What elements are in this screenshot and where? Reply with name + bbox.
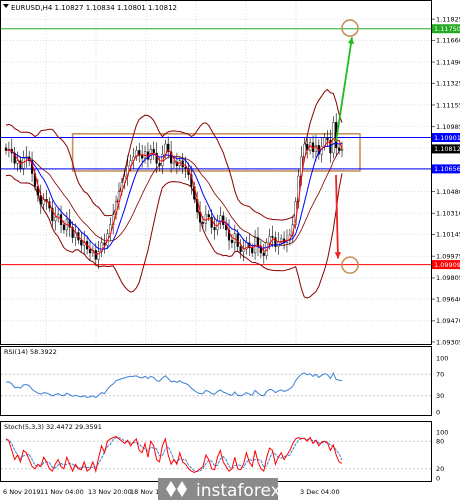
rsi-title: RSI(14) 58.3922 <box>4 348 57 356</box>
price-tick-label: 1.09305 <box>436 338 460 346</box>
time-label: 11 Nov 04:00 <box>40 488 84 496</box>
candle-body <box>158 163 161 167</box>
candle-body <box>152 148 155 154</box>
time-label: 13 Nov 20:00 <box>88 488 132 496</box>
price-tag-label: 1.10812 <box>434 145 460 153</box>
candle-body <box>62 224 66 231</box>
stoch-tick-label: 80 <box>436 438 444 446</box>
candle-body <box>94 250 97 260</box>
candle-body <box>271 236 274 238</box>
candle-body <box>338 147 341 151</box>
rsi-tick-label: 100 <box>436 354 448 362</box>
price-tag-label: 1.10901 <box>434 134 460 142</box>
candle-body <box>303 143 306 158</box>
price-tag-label: 1.10656 <box>434 165 460 173</box>
candle-body <box>268 236 271 243</box>
price-tick-label: 1.10480 <box>436 188 460 196</box>
candle-body <box>210 216 213 228</box>
chart-window: 1.11825 1.11660 1.11490 1.11325 1.11155 1.109… <box>0 0 460 500</box>
price-tick-label: 1.11325 <box>436 79 460 87</box>
price-tag-label: 1.11750 <box>434 25 460 33</box>
candle-body <box>141 155 144 159</box>
candle-body <box>340 148 344 151</box>
price-tick-label: 1.11155 <box>436 101 460 109</box>
price-tick-label: 1.11660 <box>436 37 460 45</box>
candle-body <box>251 247 254 254</box>
candle-body <box>213 227 216 231</box>
stoch-tick-label: 100 <box>436 428 448 436</box>
price-tick-label: 1.09470 <box>436 317 460 325</box>
candle-body <box>262 252 265 256</box>
candle-body <box>201 222 205 224</box>
candle-body <box>326 137 329 141</box>
candle-body <box>54 216 57 222</box>
candle-body <box>239 246 242 252</box>
stoch-tick-label: 20 <box>436 465 444 473</box>
candle-body <box>219 215 222 222</box>
price-tick-label: 1.10145 <box>436 231 460 239</box>
watermark: instaforex <box>158 478 281 500</box>
stoch-title: Stoch(5,3,3) 32.4472 29.3591 <box>4 423 102 431</box>
title-group: EURUSD,H4 1.10827 1.10834 1.10801 1.1081… <box>3 4 177 12</box>
price-tick-label: 1.09805 <box>436 274 460 282</box>
rsi-tick-label: 30 <box>436 392 444 400</box>
candle-body <box>204 214 207 224</box>
candle-body <box>332 122 335 154</box>
rsi-tick-label: 70 <box>436 371 444 379</box>
price-tick-label: 1.09975 <box>436 252 460 260</box>
time-label: 3 Dec 04:00 <box>300 488 340 496</box>
candle-body <box>172 161 176 164</box>
candle-body <box>280 238 283 242</box>
stoch-tick-label: 0 <box>436 474 440 482</box>
time-label: 6 Nov 2019 <box>3 488 41 496</box>
price-tick-label: 1.10985 <box>436 123 460 131</box>
price-tick-label: 1.09640 <box>436 295 460 303</box>
chart-title: EURUSD,H4 1.10827 1.10834 1.10801 1.1081… <box>11 4 177 12</box>
price-tag-label: 1.09909 <box>434 261 460 269</box>
watermark-text: instaforex <box>196 481 281 500</box>
candle-body <box>88 248 92 254</box>
price-tick-label: 1.10310 <box>436 210 460 218</box>
rsi-tick-label: 0 <box>436 408 440 416</box>
candle-body <box>207 214 210 218</box>
candle-body <box>230 239 234 243</box>
price-tick-label: 1.11490 <box>436 58 460 66</box>
candle-body <box>80 239 83 246</box>
price-tick-label: 1.11825 <box>436 15 460 23</box>
candle-body <box>274 237 277 247</box>
